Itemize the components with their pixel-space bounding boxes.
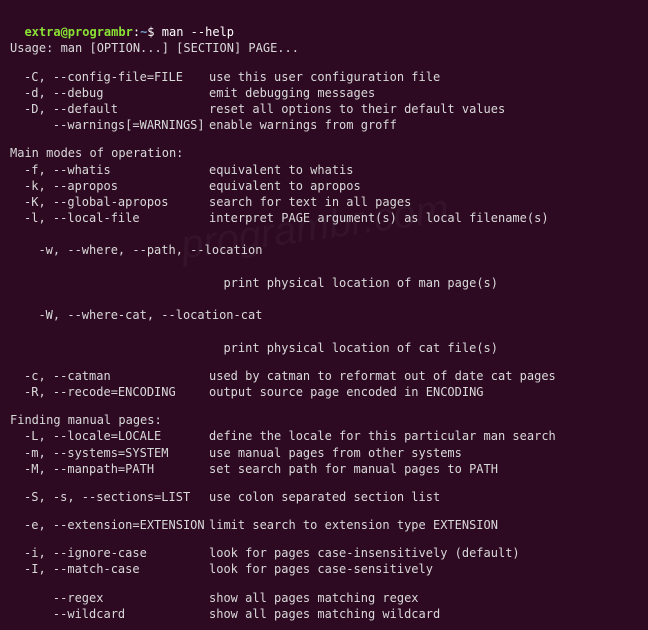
blank [10, 57, 638, 69]
option-desc: show all pages matching wildcard [209, 606, 440, 622]
option-desc: equivalent to apropos [209, 178, 361, 194]
option-desc: show all pages matching regex [209, 590, 419, 606]
option-row: print physical location of cat file(s) [10, 323, 638, 355]
option-row: --regexshow all pages matching regex [10, 590, 638, 606]
option-row: -W, --where-cat, --location-cat [10, 291, 638, 323]
option-row: -S, -s, --sections=LISTuse colon separat… [10, 489, 638, 505]
usage-line: Usage: man [OPTION...] [SECTION] PAGE... [10, 40, 638, 56]
option-desc: used by catman to reformat out of date c… [209, 368, 556, 384]
option-desc: use colon separated section list [209, 489, 440, 505]
blank [10, 505, 638, 517]
option-row: -e, --extension=EXTENSIONlimit search to… [10, 517, 638, 533]
option-flags: -i, --ignore-case [10, 545, 209, 561]
option-row: -L, --locale=LOCALEdefine the locale for… [10, 428, 638, 444]
option-row: -I, --match-caselook for pages case-sens… [10, 561, 638, 577]
option-row: print physical location of man page(s) [10, 259, 638, 291]
option-desc: search for text in all pages [209, 194, 411, 210]
option-row: -R, --recode=ENCODINGoutput source page … [10, 384, 638, 400]
option-flags: -c, --catman [10, 368, 209, 384]
option-row: -w, --where, --path, --location [10, 226, 638, 258]
option-desc: print physical location of cat file(s) [223, 340, 498, 356]
section-modes: Main modes of operation: [10, 145, 638, 161]
option-row: -M, --manpath=PATHset search path for ma… [10, 461, 638, 477]
blank [10, 356, 638, 368]
option-flags: --warnings[=WARNINGS] [10, 117, 209, 133]
option-row: -m, --systems=SYSTEMuse manual pages fro… [10, 445, 638, 461]
option-flags: -e, --extension=EXTENSION [10, 517, 209, 533]
option-row: --wildcardshow all pages matching wildca… [10, 606, 638, 622]
option-flags: --wildcard [10, 606, 209, 622]
option-flags: -f, --whatis [10, 162, 209, 178]
option-flags: -m, --systems=SYSTEM [10, 445, 209, 461]
option-flags: -W, --where-cat, --location-cat [24, 307, 223, 323]
option-row: --warnings[=WARNINGS]enable warnings fro… [10, 117, 638, 133]
option-flags-empty [24, 275, 223, 291]
option-row: -f, --whatisequivalent to whatis [10, 162, 638, 178]
option-flags: -D, --default [10, 101, 209, 117]
option-row: -d, --debugemit debugging messages [10, 85, 638, 101]
option-desc: define the locale for this particular ma… [209, 428, 556, 444]
option-flags: -K, --global-apropos [10, 194, 209, 210]
section-finding: Finding manual pages: [10, 412, 638, 428]
option-flags-empty [24, 340, 223, 356]
option-flags: -k, --apropos [10, 178, 209, 194]
option-row: -C, --config-file=FILEuse this user conf… [10, 69, 638, 85]
option-row: -i, --ignore-caselook for pages case-ins… [10, 545, 638, 561]
option-flags: -w, --where, --path, --location [24, 242, 223, 258]
option-desc: print physical location of man page(s) [223, 275, 498, 291]
option-flags: -M, --manpath=PATH [10, 461, 209, 477]
option-row: -D, --defaultreset all options to their … [10, 101, 638, 117]
option-flags: -R, --recode=ENCODING [10, 384, 209, 400]
prompt-dollar: $ [147, 25, 154, 39]
blank [10, 400, 638, 412]
command-text: man --help [162, 25, 234, 39]
option-desc: use manual pages from other systems [209, 445, 462, 461]
blank [10, 133, 638, 145]
option-row: -c, --catmanused by catman to reformat o… [10, 368, 638, 384]
option-flags: -l, --local-file [10, 210, 209, 226]
option-desc: emit debugging messages [209, 85, 375, 101]
option-desc: enable warnings from groff [209, 117, 397, 133]
option-desc: interpret PAGE argument(s) as local file… [209, 210, 549, 226]
option-row: -K, --global-apropossearch for text in a… [10, 194, 638, 210]
blank [10, 578, 638, 590]
prompt-line[interactable]: extra@programbr:~$ man --help [10, 8, 638, 40]
blank [10, 477, 638, 489]
option-row: -l, --local-fileinterpret PAGE argument(… [10, 210, 638, 226]
option-desc: look for pages case-insensitively (defau… [209, 545, 520, 561]
option-desc: output source page encoded in ENCODING [209, 384, 484, 400]
blank [10, 533, 638, 545]
option-desc: look for pages case-sensitively [209, 561, 433, 577]
option-desc: limit search to extension type EXTENSION [209, 517, 498, 533]
option-desc: reset all options to their default value… [209, 101, 505, 117]
option-flags: -C, --config-file=FILE [10, 69, 209, 85]
option-flags: -I, --match-case [10, 561, 209, 577]
prompt-colon: : [133, 25, 140, 39]
option-flags: -L, --locale=LOCALE [10, 428, 209, 444]
option-flags: -d, --debug [10, 85, 209, 101]
option-desc: equivalent to whatis [209, 162, 354, 178]
option-flags: -S, -s, --sections=LIST [10, 489, 209, 505]
option-desc: set search path for manual pages to PATH [209, 461, 498, 477]
option-desc: use this user configuration file [209, 69, 440, 85]
prompt-user-host: extra@programbr [24, 25, 132, 39]
option-flags: --regex [10, 590, 209, 606]
option-row: -k, --aproposequivalent to apropos [10, 178, 638, 194]
